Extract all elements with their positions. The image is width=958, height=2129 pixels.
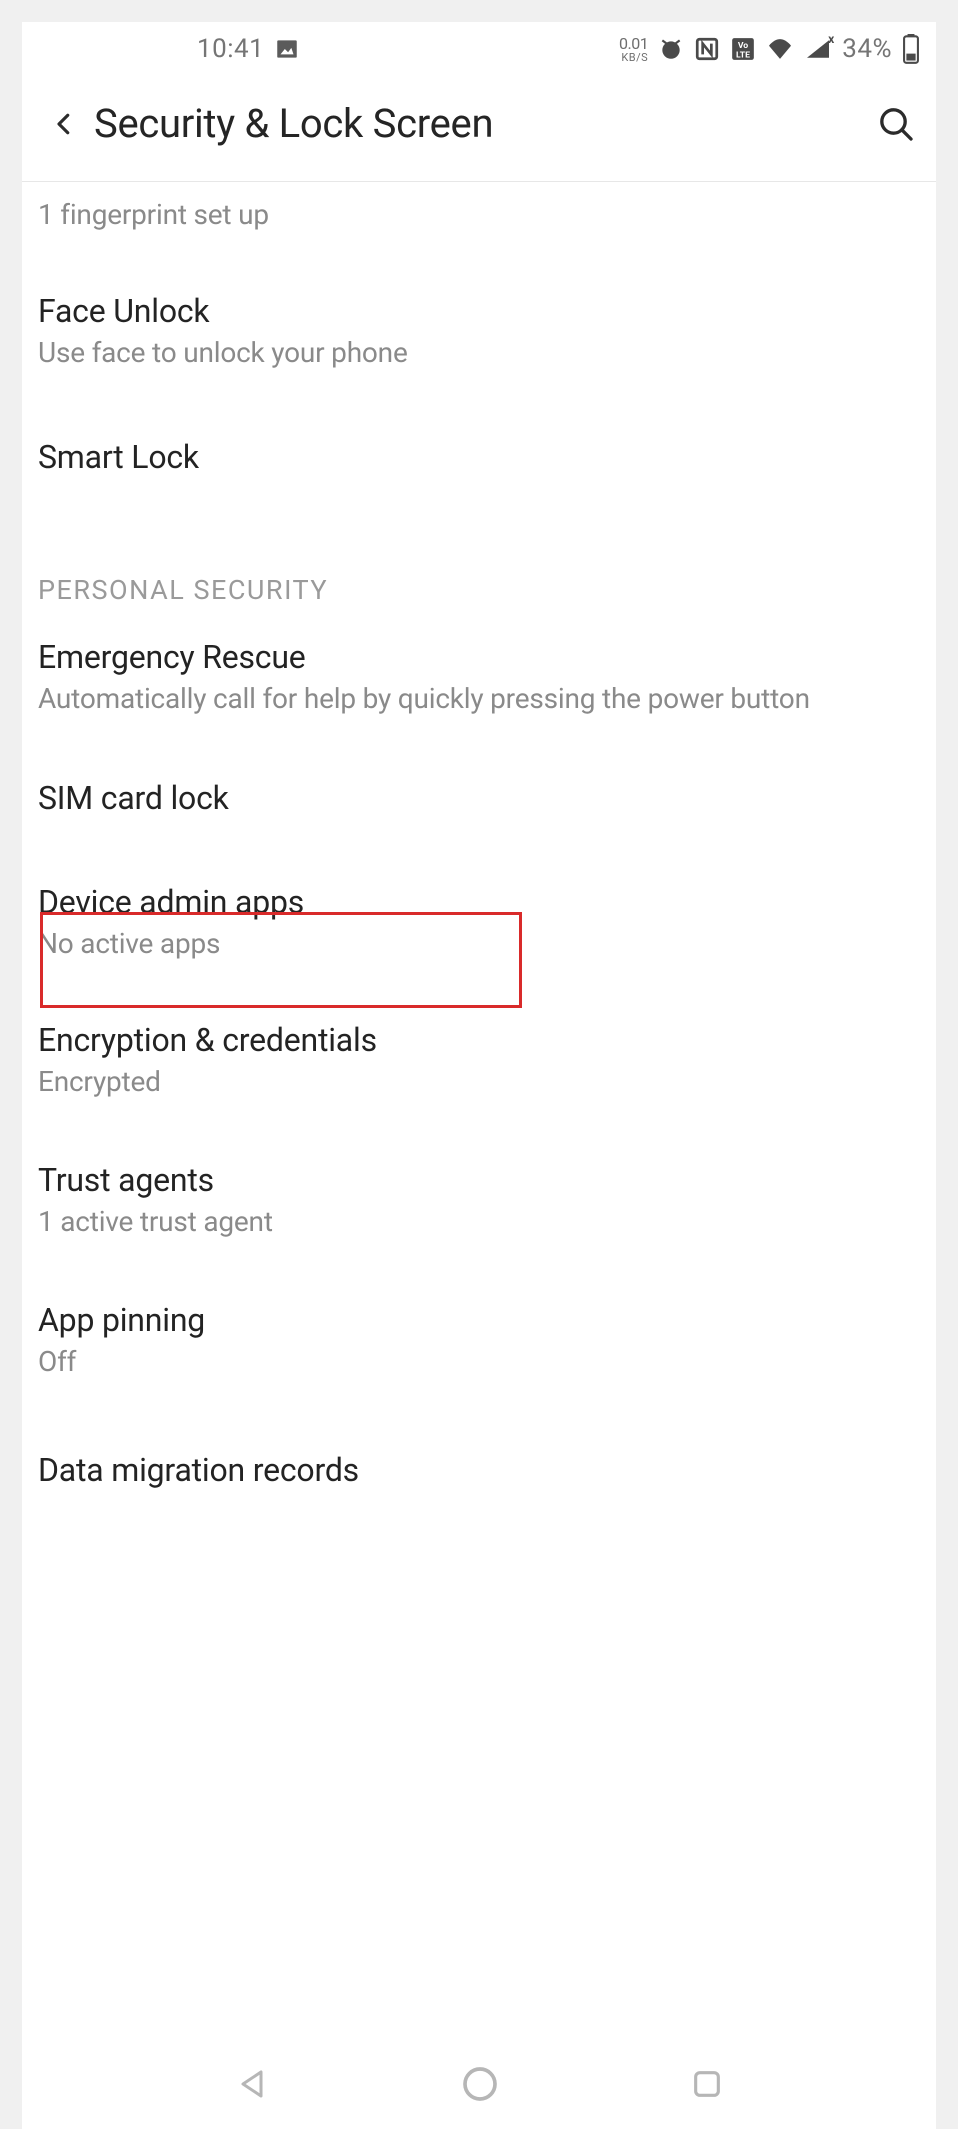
nav-home-button[interactable] [460,2064,500,2104]
screen: 10:41 0.01 KB/S VoLTE [22,22,936,2129]
network-speed: 0.01 KB/S [619,36,648,63]
list-item-encryption-credentials[interactable]: Encryption & credentials Encrypted [38,987,920,1131]
list-item-title: Emergency Rescue [38,638,920,676]
list-item-subtitle: 1 active trust agent [38,1203,920,1241]
list-item-subtitle: Automatically call for help by quickly p… [38,680,920,718]
image-icon [274,36,300,62]
list-item-title: Encryption & credentials [38,1021,920,1059]
list-item-subtitle: Use face to unlock your phone [38,334,920,372]
list-item-subtitle: Encrypted [38,1063,920,1101]
status-bar: 10:41 0.01 KB/S VoLTE [22,22,936,76]
nfc-icon [694,36,720,62]
battery-icon [902,34,920,64]
list-item-sim-card-lock[interactable]: SIM card lock [38,747,920,859]
page-title: Security & Lock Screen [94,100,864,147]
list-item-title: SIM card lock [38,779,920,817]
list-item-face-unlock[interactable]: Face Unlock Use face to unlock your phon… [38,262,920,402]
list-item-title: Face Unlock [38,292,920,330]
nav-recent-button[interactable] [690,2067,724,2101]
volte-icon: VoLTE [730,36,756,62]
signal-icon: x [804,38,832,60]
back-button[interactable] [34,109,94,139]
list-item-emergency-rescue[interactable]: Emergency Rescue Automatically call for … [38,614,920,748]
list-item-title: Trust agents [38,1161,920,1199]
wifi-icon [766,38,794,60]
section-header-personal-security: PERSONAL SECURITY [38,512,920,614]
list-item-trust-agents[interactable]: Trust agents 1 active trust agent [38,1131,920,1271]
list-item-smart-lock[interactable]: Smart Lock [38,402,920,512]
list-item-app-pinning[interactable]: App pinning Off [38,1271,920,1411]
nav-back-button[interactable] [234,2066,270,2102]
status-time: 10:41 [197,34,264,64]
list-item-subtitle: No active apps [38,925,920,963]
list-item-data-migration-records[interactable]: Data migration records [38,1411,920,1529]
list-item-title: Data migration records [38,1451,920,1489]
list-item-title: Smart Lock [38,438,920,476]
list-item-subtitle: Off [38,1343,920,1381]
svg-text:LTE: LTE [736,51,750,61]
list-item-title: App pinning [38,1301,920,1339]
list-item-title: Device admin apps [38,883,920,921]
svg-text:Vo: Vo [738,41,748,51]
alarm-icon [658,36,684,62]
battery-percentage: 34% [842,34,892,64]
page-header: Security & Lock Screen [22,76,936,182]
list-item-device-admin-apps[interactable]: Device admin apps No active apps [38,859,920,987]
navigation-bar [22,2039,936,2129]
settings-list: 1 fingerprint set up Face Unlock Use fac… [22,182,936,1529]
list-item-fingerprint[interactable]: 1 fingerprint set up [38,182,920,262]
search-button[interactable] [864,104,916,144]
list-item-subtitle: 1 fingerprint set up [38,196,920,234]
